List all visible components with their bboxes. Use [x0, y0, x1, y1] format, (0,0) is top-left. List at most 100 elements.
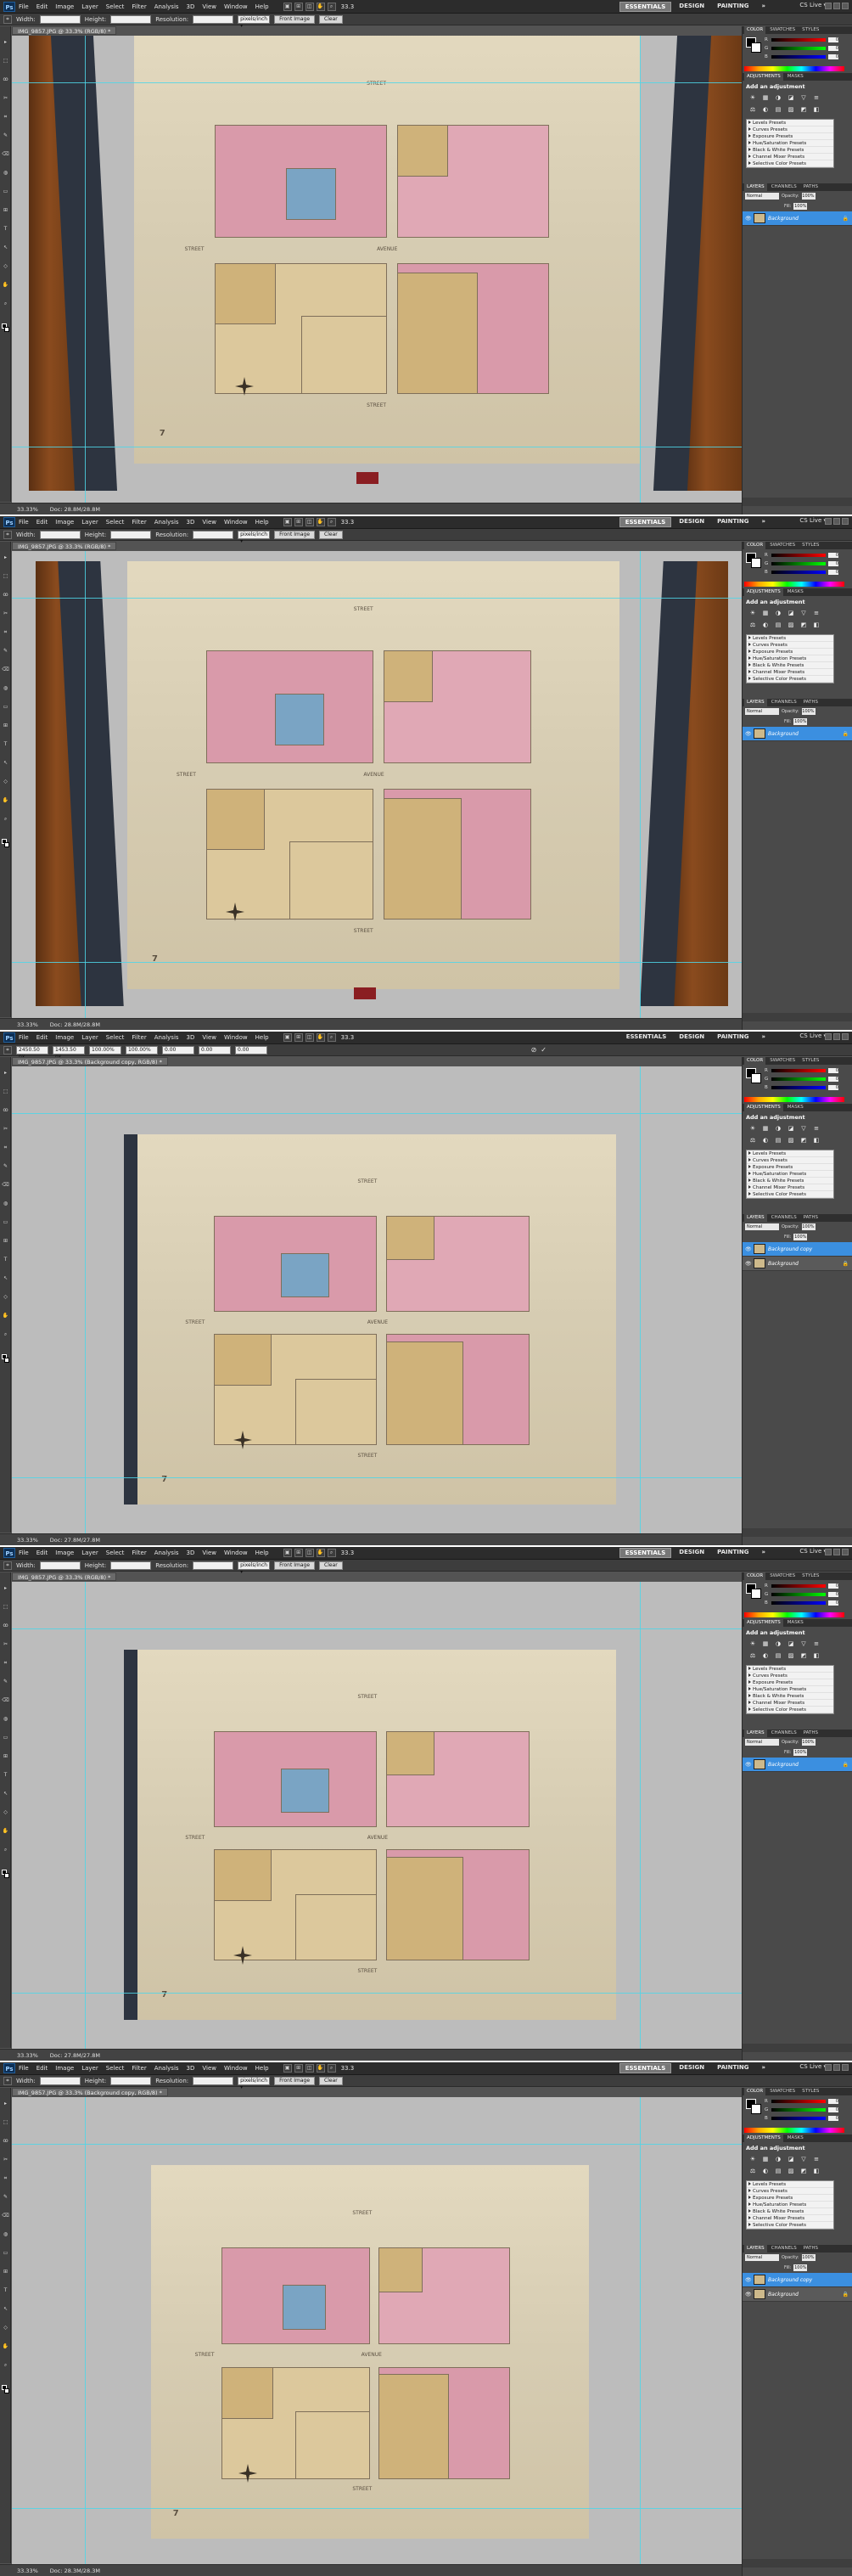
preset-item[interactable]: Selective Color Presets — [747, 1191, 833, 1198]
color-slider-r[interactable]: R0 — [765, 553, 841, 558]
tool-button[interactable]: ✎ — [2, 132, 9, 139]
preset-item[interactable]: Black & White Presets — [747, 1693, 833, 1700]
adjustment-icon[interactable]: ≡ — [811, 1124, 821, 1133]
document-tab[interactable]: IMG_9857.JPG @ 33.3% (Background copy, R… — [12, 2088, 168, 2096]
close-button[interactable] — [842, 2064, 849, 2071]
preset-item[interactable]: Curves Presets — [747, 2188, 833, 2195]
menu-analysis[interactable]: Analysis — [154, 1034, 179, 1041]
slider-track[interactable] — [771, 1601, 826, 1605]
tool-button[interactable]: ◇ — [2, 1293, 9, 1301]
tool-button[interactable]: ▸ — [2, 2100, 9, 2107]
adjustment-icon[interactable]: ⚖ — [748, 2167, 758, 2176]
adjustment-icon[interactable]: ▨ — [786, 621, 796, 630]
preset-item[interactable]: Channel Mixer Presets — [747, 669, 833, 676]
clear-button[interactable]: Clear — [319, 530, 343, 539]
preset-item[interactable]: Black & White Presets — [747, 147, 833, 154]
tab-masks[interactable]: MASKS — [785, 2134, 806, 2142]
menu-view[interactable]: View — [202, 3, 216, 10]
menu-select[interactable]: Select — [106, 1550, 125, 1556]
tool-button[interactable]: T — [2, 740, 9, 748]
background-swatch[interactable] — [751, 1589, 761, 1599]
adjustment-icon[interactable]: ▦ — [760, 1124, 771, 1133]
menu-help[interactable]: Help — [255, 1034, 269, 1041]
tool-button[interactable]: ⊞ — [2, 2268, 9, 2275]
preset-item[interactable]: Selective Color Presets — [747, 2222, 833, 2229]
visibility-eye-icon[interactable]: 👁 — [745, 1246, 752, 1252]
adjustment-icon[interactable]: ◧ — [811, 1136, 821, 1145]
adjustment-icon[interactable]: ◐ — [760, 621, 771, 630]
preset-item[interactable]: Levels Presets — [747, 2181, 833, 2188]
workspace-design-button[interactable]: DESIGN — [674, 2, 709, 12]
color-swatches[interactable] — [2, 2385, 9, 2395]
front-image-button[interactable]: Front Image — [274, 14, 316, 24]
cancel-transform-icon[interactable]: ⊘ — [531, 1046, 537, 1054]
adjustment-icon[interactable]: ◧ — [811, 621, 821, 630]
preset-item[interactable]: Hue/Saturation Presets — [747, 1171, 833, 1178]
current-tool-icon[interactable]: ⌗ — [3, 1561, 12, 1570]
menu-help[interactable]: Help — [255, 1550, 269, 1556]
menu-analysis[interactable]: Analysis — [154, 2065, 179, 2072]
menu-edit[interactable]: Edit — [36, 3, 48, 10]
layer-row[interactable]: 👁 Background 🔒 — [743, 1257, 852, 1271]
preset-item[interactable]: Exposure Presets — [747, 1679, 833, 1686]
tool-button[interactable]: ◍ — [2, 684, 9, 692]
menu-layer[interactable]: Layer — [81, 1034, 98, 1041]
tool-button[interactable]: ◍ — [2, 1715, 9, 1723]
adjustment-icon[interactable]: ▤ — [773, 2167, 783, 2176]
width-field[interactable] — [39, 1561, 81, 1570]
menu-edit[interactable]: Edit — [36, 1550, 48, 1556]
workspace-painting-button[interactable]: PAINTING — [712, 2063, 754, 2073]
adjustment-icon[interactable]: ☀ — [748, 93, 758, 103]
tab-adjustments[interactable]: ADJUSTMENTS — [744, 1619, 783, 1627]
tool-button[interactable]: ✋ — [2, 796, 9, 804]
menu-3d[interactable]: 3D — [187, 519, 195, 526]
tool-button[interactable]: ◇ — [2, 1808, 9, 1816]
tool-button[interactable]: ⌗ — [2, 2174, 9, 2182]
preset-item[interactable]: Hue/Saturation Presets — [747, 140, 833, 147]
opacity-field[interactable]: 100% — [801, 2254, 816, 2261]
app-bar-icon[interactable]: ⊞ — [294, 517, 303, 526]
status-zoom[interactable]: 33.33% — [17, 1537, 38, 1544]
tab-layers[interactable]: LAYERS — [744, 2245, 767, 2253]
blend-mode-select[interactable]: Normal — [745, 708, 779, 715]
tab-layers[interactable]: LAYERS — [744, 183, 767, 191]
preset-item[interactable]: Black & White Presets — [747, 2208, 833, 2215]
adjustment-icon[interactable]: ▨ — [786, 1136, 796, 1145]
zoom-level-dropdown[interactable]: 33.3 — [341, 3, 355, 10]
app-bar-icon[interactable]: ▣ — [283, 1548, 292, 1557]
menu-image[interactable]: Image — [55, 3, 74, 10]
blend-mode-select[interactable]: Normal — [745, 2254, 779, 2261]
color-slider-g[interactable]: G0 — [765, 46, 841, 51]
slider-track[interactable] — [771, 562, 826, 565]
slider-value-field[interactable]: 0 — [828, 2116, 838, 2121]
color-slider-r[interactable]: R0 — [765, 1068, 841, 1073]
tool-button[interactable]: ⌫ — [2, 2212, 9, 2219]
tab-masks[interactable]: MASKS — [785, 73, 806, 81]
menu-help[interactable]: Help — [255, 3, 269, 10]
app-bar-icon[interactable]: ◫ — [305, 2063, 314, 2073]
tool-button[interactable]: ◍ — [2, 1200, 9, 1207]
adjustment-icon[interactable]: ◧ — [811, 1651, 821, 1661]
color-slider-b[interactable]: B0 — [765, 54, 841, 59]
close-button[interactable] — [842, 1549, 849, 1555]
height-field[interactable] — [110, 530, 152, 539]
preset-item[interactable]: Channel Mixer Presets — [747, 154, 833, 160]
adjustment-icon[interactable]: ▨ — [786, 2167, 796, 2176]
slider-value-field[interactable]: 0 — [828, 1085, 838, 1090]
slider-value-field[interactable]: 0 — [828, 1068, 838, 1073]
adjustment-icon[interactable]: ⚖ — [748, 621, 758, 630]
commit-transform-icon[interactable]: ✓ — [541, 1046, 547, 1054]
transform-angle-field[interactable]: 0.00 — [162, 1045, 194, 1055]
color-slider-g[interactable]: G0 — [765, 561, 841, 566]
background-color-swatch[interactable] — [4, 842, 9, 847]
minimize-button[interactable] — [825, 1033, 832, 1040]
height-field[interactable] — [110, 1561, 152, 1570]
menu-filter[interactable]: Filter — [132, 2065, 146, 2072]
tool-button[interactable]: ✂ — [2, 610, 9, 617]
app-bar-icon[interactable]: ✋ — [316, 2, 325, 11]
slider-value-field[interactable]: 0 — [828, 561, 838, 566]
opacity-field[interactable]: 100% — [801, 193, 816, 200]
tool-button[interactable]: ✋ — [2, 1312, 9, 1319]
opacity-field[interactable]: 100% — [801, 708, 816, 715]
slider-value-field[interactable]: 0 — [828, 2099, 838, 2104]
